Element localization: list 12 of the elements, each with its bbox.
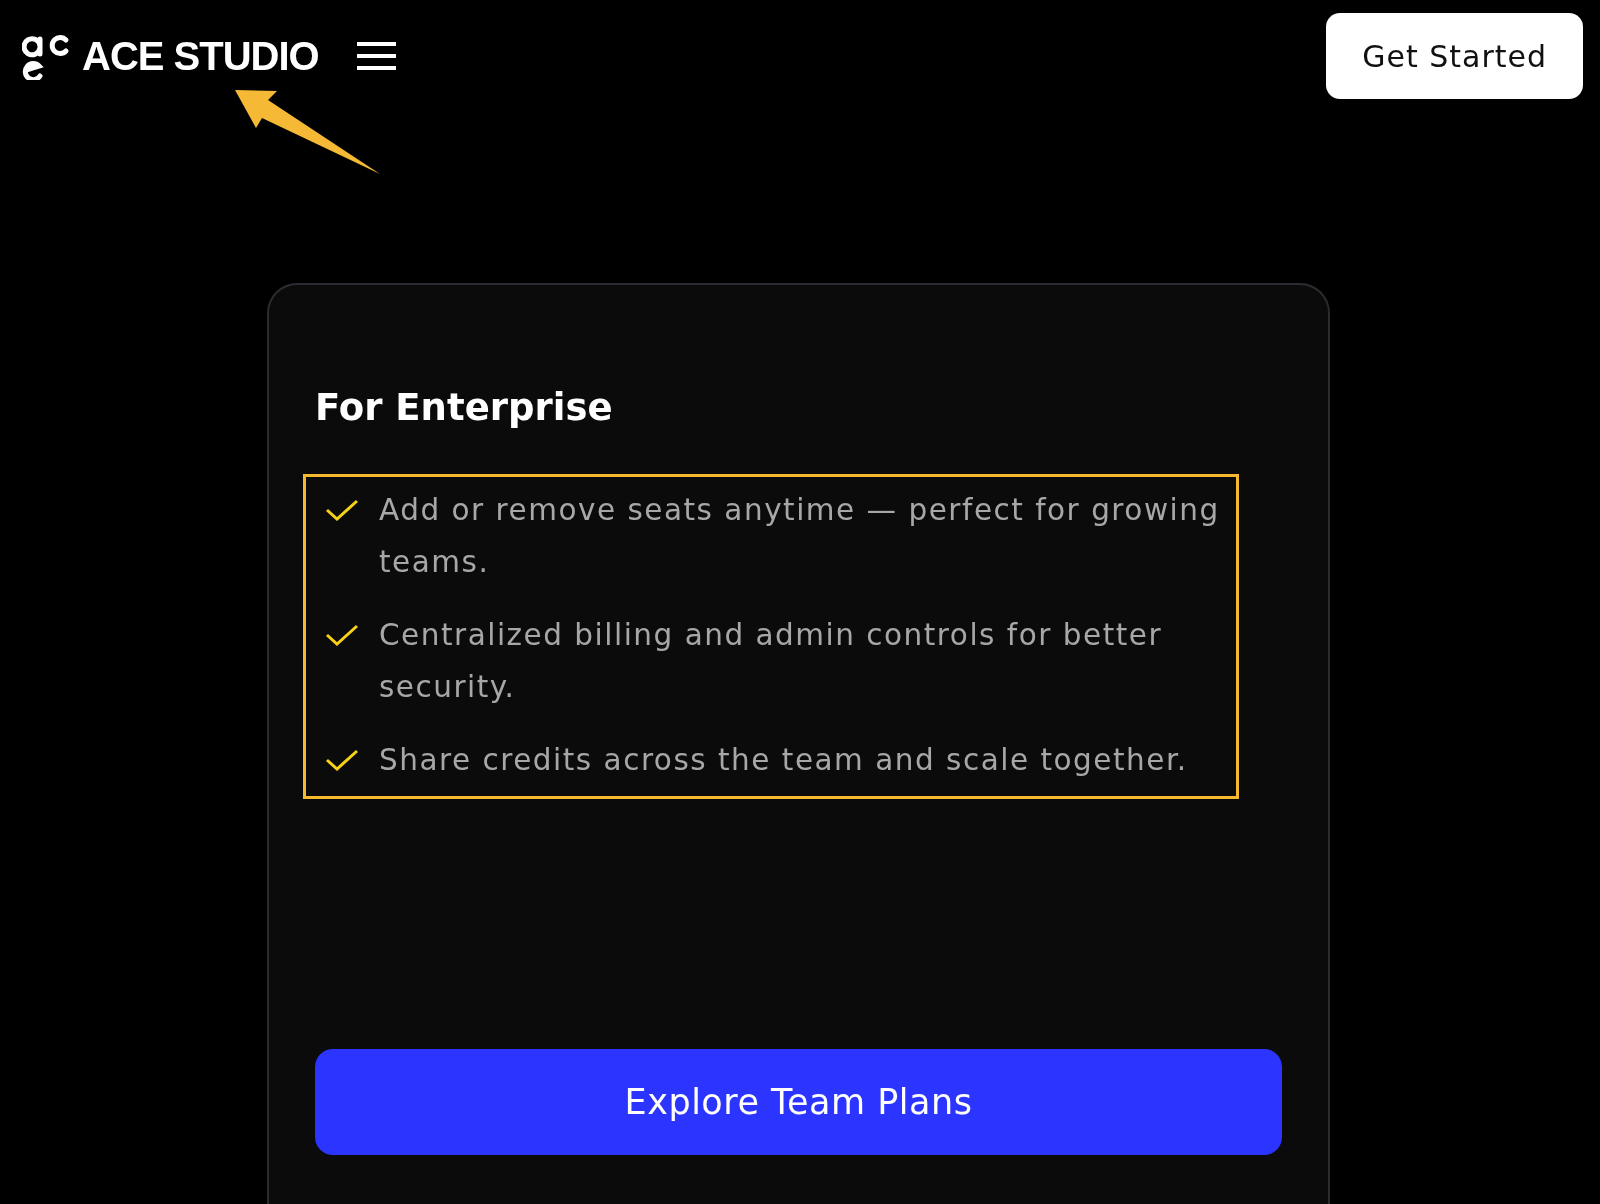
check-icon: [325, 749, 359, 771]
menu-icon[interactable]: [356, 41, 396, 71]
get-started-button[interactable]: Get Started: [1326, 13, 1583, 99]
feature-text: Share credits across the team and scale together.: [379, 742, 1188, 779]
feature-text: Add or remove seats anytime — perfect for growing teams.: [379, 492, 1221, 581]
card-title: For Enterprise: [315, 385, 614, 431]
check-icon: [325, 499, 359, 521]
logo-text[interactable]: ACE STUDIO: [82, 32, 319, 80]
check-icon: [325, 624, 359, 646]
logo-icon[interactable]: [22, 32, 70, 80]
explore-team-plans-button[interactable]: Explore Team Plans: [315, 1049, 1282, 1155]
feature-text: Centralized billing and admin controls for better security.: [379, 617, 1164, 706]
